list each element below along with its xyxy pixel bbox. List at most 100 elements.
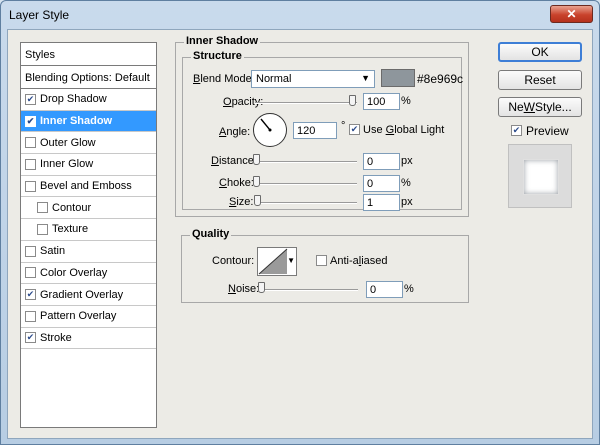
opacity-slider-thumb[interactable]	[349, 95, 356, 106]
noise-label: Noise:	[228, 283, 260, 295]
style-item-texture[interactable]: Texture	[21, 219, 156, 241]
satin-checkbox[interactable]	[25, 245, 36, 257]
use-global-light-checkbox[interactable]: ✔	[349, 124, 360, 135]
style-item-label: Inner Glow	[40, 158, 94, 171]
noise-input[interactable]: 0	[366, 281, 403, 298]
structure-title: Structure	[191, 50, 244, 62]
blending-options-item[interactable]: Blending Options: Default	[21, 66, 156, 89]
size-input[interactable]: 1	[363, 194, 400, 211]
preview-checkbox[interactable]: ✔	[511, 125, 522, 136]
opacity-unit: %	[401, 95, 411, 107]
ok-button[interactable]: OK	[498, 42, 582, 62]
distance-slider-track[interactable]	[255, 161, 357, 163]
bevel-and-emboss-checkbox[interactable]	[25, 180, 36, 192]
size-slider-track[interactable]	[255, 202, 357, 204]
distance-label: Distance:	[211, 155, 257, 167]
shadow-color-swatch[interactable]	[381, 69, 415, 87]
choke-unit: %	[401, 177, 411, 189]
checkmark-icon: ✔	[26, 289, 35, 300]
contour-linear-icon	[258, 248, 288, 275]
gradient-overlay-checkbox[interactable]: ✔	[25, 289, 36, 301]
stroke-checkbox[interactable]: ✔	[25, 332, 36, 344]
window-title: Layer Style	[9, 7, 70, 22]
style-item-inner-shadow[interactable]: ✔ Inner Shadow	[21, 110, 156, 133]
checkmark-icon: ✔	[26, 115, 35, 126]
new-style-button[interactable]: Ne W Style...	[498, 97, 582, 117]
checkmark-icon: ✔	[26, 332, 35, 343]
preview-thumbnail	[523, 159, 559, 195]
anti-aliased-label[interactable]: Anti-aliased	[330, 255, 388, 267]
dialog-body: Styles Blending Options: Default ✔ Drop S…	[7, 29, 593, 439]
size-unit: px	[401, 196, 413, 208]
choke-slider-track[interactable]	[255, 183, 357, 185]
style-item-drop-shadow[interactable]: ✔ Drop Shadow	[21, 89, 156, 111]
preview-label[interactable]: Preview	[526, 124, 569, 138]
title-bar[interactable]: Layer Style ✕	[1, 1, 599, 28]
close-button[interactable]: ✕	[550, 5, 593, 23]
inner-shadow-checkbox[interactable]: ✔	[25, 115, 36, 127]
angle-input[interactable]: 120	[293, 122, 337, 139]
style-item-satin[interactable]: Satin	[21, 241, 156, 263]
style-item-label: Outer Glow	[40, 136, 96, 149]
chevron-down-icon: ▼	[361, 73, 370, 83]
structure-group: Structure Blend Mode: Normal ▼ #8e969c O…	[182, 50, 463, 211]
style-item-contour[interactable]: Contour	[21, 197, 156, 220]
size-slider-thumb[interactable]	[254, 195, 261, 206]
style-item-color-overlay[interactable]: Color Overlay	[21, 263, 156, 285]
outer-glow-checkbox[interactable]	[25, 137, 36, 149]
noise-slider-thumb[interactable]	[258, 282, 265, 293]
contour-picker[interactable]: ▼	[257, 247, 297, 276]
angle-dial[interactable]	[253, 113, 287, 147]
style-item-label: Pattern Overlay	[40, 310, 117, 323]
noise-slider-track[interactable]	[258, 289, 358, 291]
inner-glow-checkbox[interactable]	[25, 158, 36, 170]
style-item-inner-glow[interactable]: Inner Glow	[21, 154, 156, 176]
inner-shadow-group: Inner Shadow Structure Blend Mode: Norma…	[175, 35, 469, 217]
chevron-down-icon: ▼	[287, 256, 295, 265]
distance-slider-thumb[interactable]	[253, 154, 260, 165]
noise-unit: %	[404, 283, 414, 295]
style-item-gradient-overlay[interactable]: ✔ Gradient Overlay	[21, 284, 156, 306]
style-item-label: Stroke	[40, 331, 72, 344]
blend-mode-value: Normal	[256, 73, 292, 85]
inner-shadow-title: Inner Shadow	[184, 35, 261, 47]
style-item-label: Color Overlay	[40, 266, 108, 279]
drop-shadow-checkbox[interactable]: ✔	[25, 93, 36, 105]
style-item-label: Contour	[52, 201, 92, 214]
style-item-label: Inner Shadow	[40, 115, 113, 128]
distance-input[interactable]: 0	[363, 153, 400, 170]
style-item-label: Bevel and Emboss	[40, 180, 132, 193]
style-item-pattern-overlay[interactable]: Pattern Overlay	[21, 306, 156, 328]
contour-checkbox[interactable]	[37, 202, 48, 214]
use-global-light-label[interactable]: Use Global Light	[363, 124, 444, 136]
blend-mode-select[interactable]: Normal ▼	[251, 70, 375, 88]
checkmark-icon: ✔	[350, 124, 359, 134]
reset-button[interactable]: Reset	[498, 70, 582, 90]
anti-aliased-checkbox[interactable]	[316, 255, 327, 266]
opacity-slider-track[interactable]	[255, 102, 357, 104]
choke-input[interactable]: 0	[363, 175, 400, 192]
style-preview	[508, 144, 572, 208]
choke-label: Choke:	[219, 177, 254, 189]
style-item-outer-glow[interactable]: Outer Glow	[21, 132, 156, 155]
styles-list: Styles Blending Options: Default ✔ Drop S…	[20, 42, 157, 428]
quality-title: Quality	[190, 228, 232, 240]
texture-checkbox[interactable]	[37, 223, 48, 235]
style-item-bevel-and-emboss[interactable]: Bevel and Emboss	[21, 176, 156, 198]
blend-mode-label: Blend Mode:	[193, 73, 255, 85]
style-item-label: Texture	[52, 223, 89, 236]
styles-header[interactable]: Styles	[21, 43, 156, 66]
close-icon: ✕	[566, 7, 577, 21]
checkmark-icon: ✔	[512, 125, 521, 135]
opacity-input[interactable]: 100	[363, 93, 400, 110]
choke-slider-thumb[interactable]	[253, 176, 260, 187]
angle-needle-icon	[260, 118, 272, 132]
style-item-label: Drop Shadow	[40, 93, 107, 106]
layer-style-dialog: Layer Style ✕ Styles Blending Options: D…	[0, 0, 600, 445]
pattern-overlay-checkbox[interactable]	[25, 310, 36, 322]
color-overlay-checkbox[interactable]	[25, 267, 36, 279]
style-item-label: Gradient Overlay	[40, 288, 124, 301]
distance-unit: px	[401, 155, 413, 167]
style-item-stroke[interactable]: ✔ Stroke	[21, 328, 156, 350]
style-item-label: Satin	[40, 245, 66, 258]
